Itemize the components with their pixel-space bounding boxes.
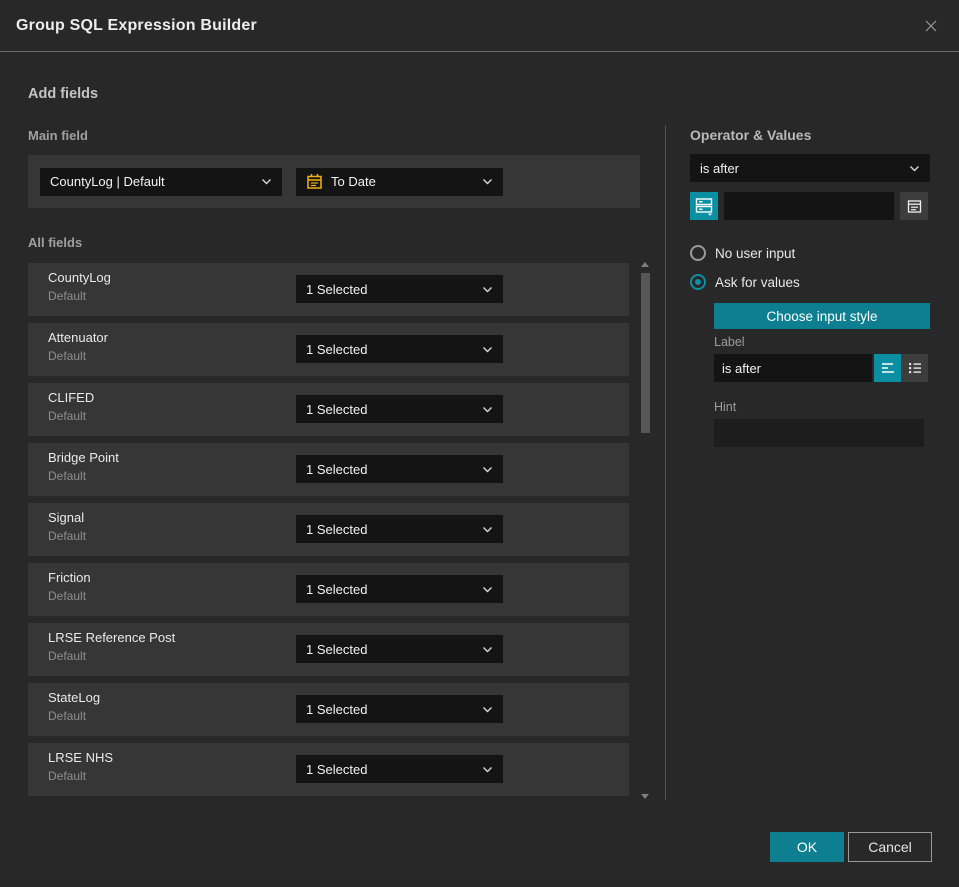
- field-row: Attenuator Default 1 Selected: [28, 323, 629, 376]
- scroll-down-arrow-icon[interactable]: [641, 794, 649, 799]
- chevron-down-icon: [910, 165, 919, 171]
- input-style-list-button[interactable]: [901, 354, 928, 382]
- scrollbar-thumb[interactable]: [641, 273, 650, 433]
- scroll-up-arrow-icon[interactable]: [641, 262, 649, 267]
- field-row: Bridge Point Default 1 Selected: [28, 443, 629, 496]
- stacked-input-icon: [695, 198, 713, 216]
- chevron-down-icon: [483, 766, 492, 772]
- row-selected-label: 1 Selected: [306, 461, 368, 477]
- chevron-down-icon: [483, 406, 492, 412]
- chevron-down-icon: [483, 179, 492, 185]
- chevron-down-icon: [483, 466, 492, 472]
- text-style-icon: [881, 363, 894, 373]
- field-row: LRSE NHS Default 1 Selected: [28, 743, 629, 796]
- label-caption: Label: [714, 335, 745, 349]
- field-row: CLIFED Default 1 Selected: [28, 383, 629, 436]
- chevron-down-icon: [262, 179, 271, 185]
- field-row: CountyLog Default 1 Selected: [28, 263, 629, 316]
- list-scrollbar[interactable]: [641, 258, 650, 803]
- value-type-button[interactable]: [690, 192, 718, 220]
- all-fields-list: CountyLog Default 1 Selected Attenuator …: [28, 263, 629, 796]
- row-selected-label: 1 Selected: [306, 641, 368, 657]
- field-row: StateLog Default 1 Selected: [28, 683, 629, 736]
- ok-button[interactable]: OK: [770, 832, 844, 862]
- radio-ask-for-values[interactable]: Ask for values: [690, 274, 800, 290]
- field-values-dropdown[interactable]: 1 Selected: [296, 515, 503, 543]
- dialog-header: Group SQL Expression Builder: [0, 0, 959, 52]
- date-picker-button[interactable]: [900, 192, 928, 220]
- cancel-button[interactable]: Cancel: [848, 832, 932, 862]
- field-row: Friction Default 1 Selected: [28, 563, 629, 616]
- field-values-dropdown[interactable]: 1 Selected: [296, 635, 503, 663]
- date-type-dropdown[interactable]: To Date: [296, 167, 503, 196]
- radio-ask-for-values-label: Ask for values: [715, 274, 800, 290]
- all-fields-label: All fields: [28, 235, 83, 250]
- row-selected-label: 1 Selected: [306, 581, 368, 597]
- label-input[interactable]: [714, 354, 872, 382]
- field-row: LRSE Reference Post Default 1 Selected: [28, 623, 629, 676]
- row-selected-label: 1 Selected: [306, 521, 368, 537]
- close-button[interactable]: [919, 14, 943, 38]
- row-selected-label: 1 Selected: [306, 761, 368, 777]
- panel-divider: [665, 125, 666, 800]
- chevron-down-icon: [483, 286, 492, 292]
- input-style-text-button[interactable]: [874, 354, 901, 382]
- operator-values-heading: Operator & Values: [690, 127, 812, 143]
- main-field-dropdown-value: CountyLog | Default: [50, 174, 165, 189]
- add-fields-heading: Add fields: [28, 86, 99, 102]
- group-sql-expression-builder-dialog: Group SQL Expression Builder Add fields …: [0, 0, 959, 887]
- row-selected-label: 1 Selected: [306, 341, 368, 357]
- field-values-dropdown[interactable]: 1 Selected: [296, 755, 503, 783]
- operator-dropdown-value: is after: [700, 160, 740, 176]
- row-selected-label: 1 Selected: [306, 281, 368, 297]
- calendar-icon: [907, 199, 921, 213]
- field-row: Signal Default 1 Selected: [28, 503, 629, 556]
- hint-input[interactable]: [714, 419, 924, 447]
- choose-input-style-button[interactable]: Choose input style: [714, 303, 930, 329]
- field-values-dropdown[interactable]: 1 Selected: [296, 455, 503, 483]
- hint-caption: Hint: [714, 400, 737, 414]
- chevron-down-icon: [483, 646, 492, 652]
- field-values-dropdown[interactable]: 1 Selected: [296, 575, 503, 603]
- radio-no-user-input-label: No user input: [715, 245, 796, 261]
- field-values-dropdown[interactable]: 1 Selected: [296, 695, 503, 723]
- operator-dropdown[interactable]: is after: [690, 154, 930, 182]
- main-field-dropdown[interactable]: CountyLog | Default: [40, 167, 282, 196]
- radio-no-user-input[interactable]: No user input: [690, 245, 795, 261]
- radio-selected-icon: [690, 274, 706, 290]
- field-values-dropdown[interactable]: 1 Selected: [296, 335, 503, 363]
- date-type-dropdown-value: To Date: [331, 174, 376, 189]
- radio-circle-icon: [690, 245, 706, 261]
- row-selected-label: 1 Selected: [306, 701, 368, 717]
- close-icon: [925, 20, 937, 31]
- chevron-down-icon: [483, 706, 492, 712]
- row-selected-label: 1 Selected: [306, 401, 368, 417]
- chevron-down-icon: [483, 526, 492, 532]
- field-values-dropdown[interactable]: 1 Selected: [296, 275, 503, 303]
- chevron-down-icon: [483, 586, 492, 592]
- field-values-dropdown[interactable]: 1 Selected: [296, 395, 503, 423]
- list-style-icon: [908, 363, 921, 374]
- main-field-panel: CountyLog | Default To Date: [28, 155, 640, 208]
- calendar-icon: [307, 174, 322, 189]
- value-input[interactable]: [724, 192, 894, 220]
- dialog-title: Group SQL Expression Builder: [16, 16, 257, 34]
- main-field-label: Main field: [28, 128, 88, 143]
- chevron-down-icon: [483, 346, 492, 352]
